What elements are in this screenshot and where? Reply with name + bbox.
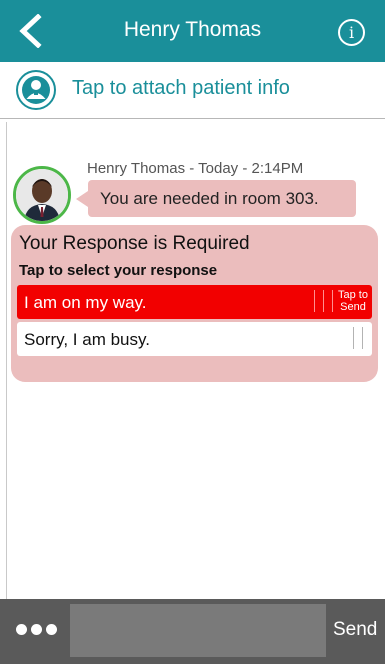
message-meta: Henry Thomas - Today - 2:14PM — [87, 160, 304, 177]
response-option-label: Sorry, I am busy. — [24, 330, 150, 349]
message-input[interactable] — [70, 604, 326, 657]
patient-icon — [16, 70, 56, 110]
tap-to-send-hint: Tap to Send — [335, 289, 371, 313]
page-title: Henry Thomas — [123, 18, 262, 41]
response-card: Your Response is Required Tap to select … — [11, 225, 378, 382]
info-button[interactable]: i — [338, 19, 365, 46]
send-button[interactable]: Send — [333, 619, 377, 641]
header-bar: Henry Thomas i — [0, 0, 385, 62]
drag-handle-icon — [362, 327, 363, 349]
drag-handle-icon — [353, 327, 354, 349]
chat-screen: Henry Thomas i Tap to attach patient inf… — [0, 0, 385, 664]
dot — [16, 624, 27, 635]
response-option-busy[interactable]: Sorry, I am busy. — [17, 322, 372, 356]
response-option-on-my-way[interactable]: I am on my way. Tap to Send — [17, 285, 372, 319]
response-option-label: I am on my way. — [24, 293, 147, 312]
info-icon: i — [348, 23, 355, 42]
response-title: Your Response is Required — [19, 233, 250, 254]
response-subtitle: Tap to select your response — [19, 262, 218, 279]
composer-bar: Send — [0, 599, 385, 664]
tap-to-send-line: Tap to — [338, 289, 368, 301]
drag-handle-icon — [323, 290, 324, 312]
message-text: You are needed in room 303. — [100, 189, 319, 208]
drag-handle-icon — [314, 290, 315, 312]
dot — [46, 624, 57, 635]
drag-handle-icon — [332, 290, 333, 312]
dot — [31, 624, 42, 635]
tap-to-send-line: Send — [340, 301, 366, 313]
more-dots-icon[interactable] — [16, 624, 57, 638]
message-bubble: You are needed in room 303. — [76, 180, 356, 217]
attach-label: Tap to attach patient info — [72, 77, 290, 99]
divider-line — [6, 122, 7, 599]
attach-patient-row[interactable]: Tap to attach patient info — [0, 62, 385, 119]
avatar — [13, 166, 71, 224]
